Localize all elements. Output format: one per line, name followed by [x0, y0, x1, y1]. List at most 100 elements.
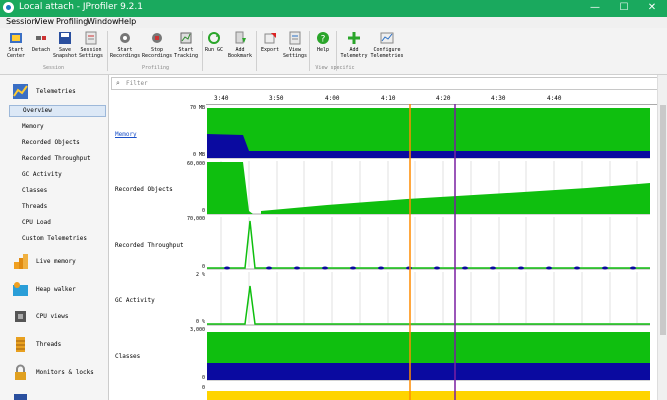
detach-button[interactable]: Detach — [30, 28, 52, 64]
close-button[interactable]: ✕ — [642, 1, 662, 15]
sidebar-item-threads[interactable]: Threads — [9, 201, 106, 213]
session-settings-icon — [85, 31, 97, 45]
classes-label: Classes — [115, 353, 141, 360]
time-tick: 3:40 — [214, 95, 229, 102]
sidebar-section-monitors-locks[interactable]: Monitors & locks — [0, 362, 108, 386]
svg-text:?: ? — [321, 35, 326, 45]
filter-input[interactable]: ⌕ Filter — [111, 77, 665, 90]
scrollbar-thumb[interactable] — [660, 105, 666, 335]
time-tick: 3:50 — [269, 95, 284, 102]
memory-ymax: 70 MB — [189, 105, 205, 111]
sidebar-section-telemetries[interactable]: Telemetries — [0, 81, 108, 105]
memory-graph — [207, 108, 650, 158]
telemetry-graphs — [207, 104, 650, 400]
sidebar-section-live-memory[interactable]: Live memory — [0, 251, 108, 275]
sidebar-item-recorded-throughput[interactable]: Recorded Throughput — [9, 153, 106, 165]
recorded-throughput-graph — [207, 217, 650, 270]
run-gc-label: Run GC — [204, 47, 224, 53]
maximize-button[interactable]: ☐ — [614, 1, 634, 15]
recorded-throughput-line — [207, 220, 650, 269]
toolbar: Start Center Detach Save Snapshot Sessio… — [0, 28, 667, 75]
export-button[interactable]: Export — [258, 28, 282, 64]
start-center-button[interactable]: Start Center — [2, 28, 30, 64]
recorded-objects-initial-area — [207, 162, 253, 214]
title-bar: Local attach - JProfiler 9.2.1 — ☐ ✕ — [0, 0, 667, 17]
menu-view[interactable]: View — [35, 17, 54, 26]
cpu-views-icon — [15, 311, 26, 322]
sidebar-section-cpu-views[interactable]: CPU views — [0, 306, 108, 330]
sidebar-item-custom-telemetries[interactable]: Custom Telemetries — [9, 233, 106, 245]
sidebar-item-gc-activity[interactable]: GC Activity — [9, 169, 106, 181]
threads-icon — [16, 337, 25, 352]
gc-activity-ymin: 0 % — [195, 319, 205, 325]
sidebar-section-label: Telemetries — [36, 88, 76, 95]
menu-profiling[interactable]: Profiling — [56, 17, 88, 26]
start-tracking-button[interactable]: Start Tracking — [173, 28, 199, 64]
stop-recordings-icon — [152, 33, 162, 43]
live-memory-icon — [14, 254, 28, 269]
vertical-scrollbar[interactable] — [657, 75, 667, 400]
help-label: Help — [316, 47, 330, 53]
time-tick: 4:20 — [436, 95, 451, 102]
databases-icon — [14, 394, 27, 400]
save-snapshot-button[interactable]: Save Snapshot — [53, 28, 77, 64]
minimize-button[interactable]: — — [585, 1, 605, 15]
memory-telemetry-link[interactable]: Memory — [115, 131, 137, 138]
save-snapshot-icon — [59, 32, 71, 44]
add-telemetry-icon — [348, 32, 360, 44]
sidebar-item-overview[interactable]: Overview — [9, 105, 106, 117]
sidebar-section-more[interactable] — [0, 390, 108, 400]
time-tick: 4:10 — [381, 95, 396, 102]
export-label: Export — [260, 47, 280, 53]
heap-walker-icon — [13, 282, 28, 296]
start-recordings-button[interactable]: Start Recordings — [110, 28, 140, 64]
classes-total-area — [207, 332, 650, 363]
export-icon — [264, 33, 276, 44]
add-bookmark-label: Add Bookmark — [227, 47, 253, 59]
configure-telemetries-button[interactable]: Configure Telemetries — [369, 28, 405, 64]
menu-session[interactable]: Session — [6, 17, 37, 26]
sidebar-section-threads[interactable]: Threads — [0, 334, 108, 358]
sidebar-item-memory[interactable]: Memory — [9, 121, 106, 133]
sidebar-section-label: Live memory — [36, 258, 76, 265]
stop-recordings-button[interactable]: Stop Recordings — [142, 28, 172, 64]
recorded-objects-ymin: 0 — [201, 208, 205, 214]
gc-activity-line — [207, 285, 650, 325]
classes-graph — [207, 332, 650, 380]
recorded-throughput-label: Recorded Throughput — [115, 242, 184, 249]
view-settings-button[interactable]: View Settings — [282, 28, 308, 64]
sidebar-section-heap-walker[interactable]: Heap walker — [0, 279, 108, 303]
add-bookmark-button[interactable]: Add Bookmark — [226, 28, 254, 64]
toolbar-separator — [256, 31, 257, 71]
detach-label: Detach — [31, 47, 51, 53]
start-tracking-label: Start Tracking — [173, 47, 199, 59]
search-icon: ⌕ — [116, 79, 120, 87]
configure-telemetries-icon — [380, 32, 394, 44]
help-button[interactable]: ? Help — [311, 28, 335, 64]
sidebar-item-cpu-load[interactable]: CPU Load — [9, 217, 106, 229]
sidebar-section-label: Monitors & locks — [36, 369, 94, 376]
classes-ymin: 0 — [201, 375, 205, 381]
start-tracking-icon — [180, 32, 192, 44]
configure-telemetries-label: Configure Telemetries — [370, 47, 404, 59]
session-settings-label: Session Settings — [78, 47, 104, 59]
view-settings-icon — [289, 31, 301, 45]
detach-icon — [36, 36, 46, 40]
menu-window[interactable]: Window — [87, 17, 119, 26]
monitors-locks-icon — [15, 364, 26, 380]
session-settings-button[interactable]: Session Settings — [78, 28, 104, 64]
menu-help[interactable]: Help — [118, 17, 136, 26]
sidebar-item-recorded-objects[interactable]: Recorded Objects — [9, 137, 106, 149]
threads-ymin: 0 — [201, 385, 205, 391]
start-recordings-icon — [120, 33, 130, 43]
sidebar: Telemetries Overview Memory Recorded Obj… — [0, 75, 109, 400]
menu-bar: Session View Profiling Window Help — [0, 17, 667, 28]
recorded-throughput-ymax: 70,000 — [186, 216, 205, 222]
start-recordings-label: Start Recordings — [110, 47, 141, 59]
add-telemetry-button[interactable]: Add Telemetry — [339, 28, 369, 64]
toolbar-group-view-specific: View specific — [315, 65, 355, 71]
recorded-objects-graph — [207, 161, 650, 214]
sidebar-item-classes[interactable]: Classes — [9, 185, 106, 197]
toolbar-group-session: Session — [42, 65, 65, 71]
run-gc-button[interactable]: Run GC — [203, 28, 225, 64]
